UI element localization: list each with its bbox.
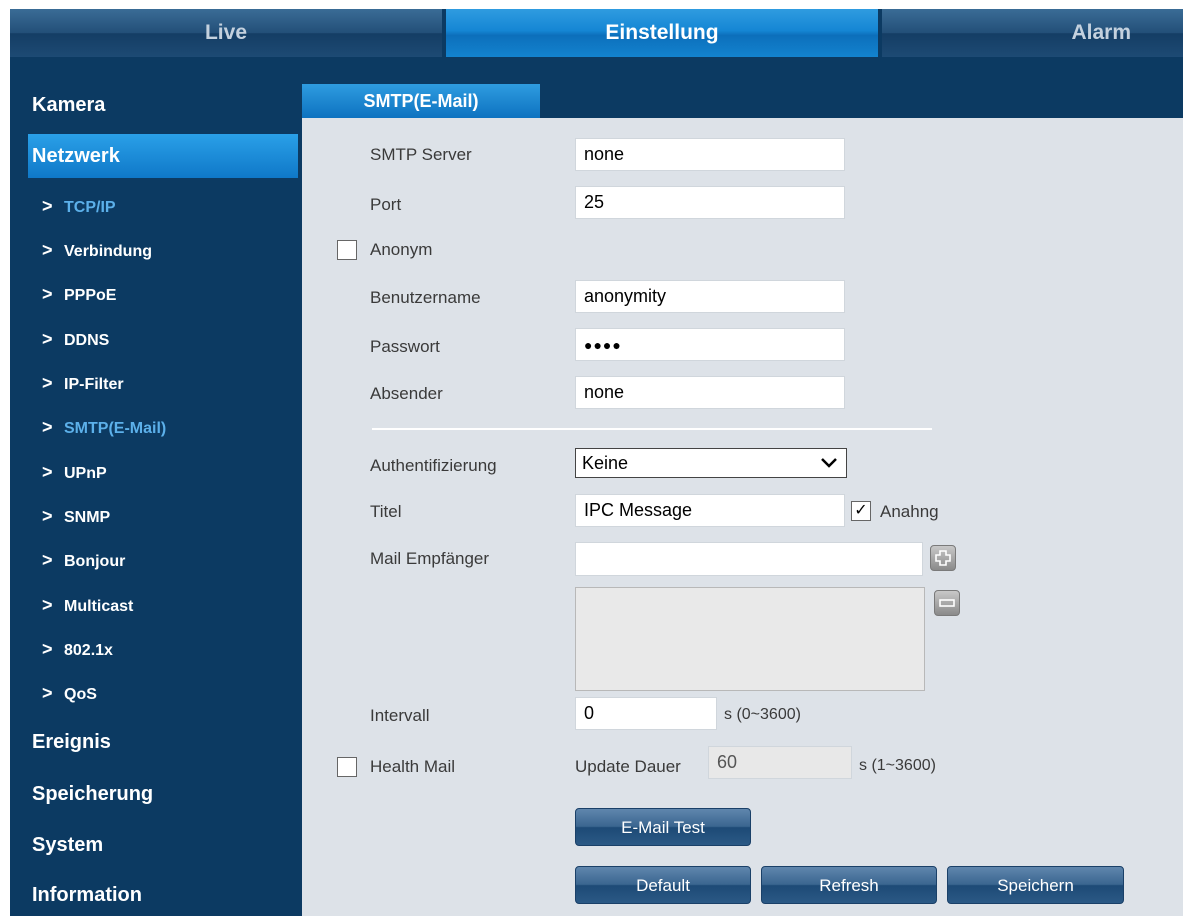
sidebar-sub-upnp[interactable]: > UPnP (42, 458, 107, 486)
auth-select[interactable]: Keine (575, 448, 847, 478)
chevron-right-icon: > (42, 639, 53, 659)
chevron-right-icon: > (42, 196, 53, 216)
interval-input[interactable]: 0 (575, 697, 717, 730)
top-navigation: Live Einstellung Alarm (10, 9, 1183, 57)
sidebar-sub-pppoe[interactable]: > PPPoE (42, 280, 116, 308)
chevron-right-icon: > (42, 373, 53, 393)
sidebar-sub-bonjour[interactable]: > Bonjour (42, 546, 125, 574)
port-input[interactable]: 25 (575, 186, 845, 219)
health-mail-checkbox[interactable] (337, 757, 357, 777)
username-input[interactable]: anonymity (575, 280, 845, 313)
sidebar: Kamera Netzwerk > TCP/IP > Verbindung > PPP… (10, 57, 302, 916)
chevron-right-icon: > (42, 683, 53, 703)
sidebar-sub-label: PPPoE (64, 287, 117, 304)
sidebar-item-information[interactable]: Information (32, 873, 142, 917)
chevron-right-icon: > (42, 284, 53, 304)
sidebar-sub-multicast[interactable]: > Multicast (42, 591, 133, 619)
plus-icon (935, 550, 951, 566)
sidebar-sub-label: Verbindung (64, 243, 152, 260)
sidebar-sub-label: Bonjour (64, 553, 126, 570)
password-label: Passwort (370, 337, 440, 356)
sidebar-sub-verbindung[interactable]: > Verbindung (42, 236, 152, 264)
section-divider (372, 428, 932, 430)
sidebar-sub-smtp[interactable]: > SMTP(E-Mail) (42, 413, 166, 441)
auth-label: Authentifizierung (370, 456, 497, 475)
chevron-right-icon: > (42, 240, 53, 260)
attachment-label: Anahng (880, 502, 939, 521)
chevron-right-icon: > (42, 595, 53, 615)
username-label: Benutzername (370, 288, 481, 307)
recipient-label: Mail Empfänger (370, 549, 490, 568)
title-input[interactable]: IPC Message (575, 494, 845, 527)
chevron-right-icon: > (42, 329, 53, 349)
sidebar-item-kamera[interactable]: Kamera (32, 83, 105, 127)
smtp-server-label: SMTP Server (370, 145, 472, 164)
sidebar-sub-8021x[interactable]: >802.1x (42, 635, 113, 663)
update-duration-input[interactable]: 60 (708, 746, 852, 779)
sidebar-sub-label: DDNS (64, 332, 110, 349)
sidebar-sub-label: UPnP (64, 465, 107, 482)
attachment-checkbox[interactable]: ✓ (851, 501, 871, 521)
sidebar-sub-qos[interactable]: > QoS (42, 679, 97, 707)
update-duration-label: Update Dauer (575, 757, 681, 776)
sidebar-item-speicherung[interactable]: Speicherung (32, 772, 153, 816)
auth-select-value: Keine (582, 453, 629, 473)
update-duration-unit: s (1~3600) (859, 757, 936, 774)
add-recipient-button[interactable] (930, 545, 956, 571)
chevron-right-icon: > (42, 506, 53, 526)
anonym-checkbox[interactable] (337, 240, 357, 260)
chevron-down-icon (820, 449, 838, 487)
minus-icon (939, 599, 955, 607)
interval-label: Intervall (370, 706, 430, 725)
recipient-input[interactable] (575, 542, 923, 576)
sidebar-item-system[interactable]: System (32, 823, 103, 867)
sidebar-sub-snmp[interactable]: > SNMP (42, 502, 110, 530)
tab-smtp-email[interactable]: SMTP(E-Mail) (302, 84, 540, 118)
tab-alarm[interactable]: Alarm (882, 9, 1183, 57)
health-mail-label: Health Mail (370, 757, 456, 776)
title-label: Titel (370, 502, 402, 521)
default-button[interactable]: Default (575, 866, 751, 904)
sidebar-item-netzwerk[interactable]: Netzwerk (32, 134, 120, 178)
sidebar-sub-label: TCP/IP (64, 199, 116, 216)
sidebar-sub-ddns[interactable]: > DDNS (42, 325, 109, 353)
tab-einstellung[interactable]: Einstellung (446, 9, 878, 57)
sidebar-item-ereignis[interactable]: Ereignis (32, 720, 111, 764)
sidebar-sub-ip-filter[interactable]: > IP-Filter (42, 369, 124, 397)
sender-label: Absender (370, 384, 443, 403)
sender-input[interactable]: none (575, 376, 845, 409)
email-test-button[interactable]: E-Mail Test (575, 808, 751, 846)
interval-unit: s (0~3600) (724, 706, 801, 723)
smtp-server-input[interactable]: none (575, 138, 845, 171)
port-label: Port (370, 195, 402, 214)
sidebar-sub-label: SNMP (64, 509, 111, 526)
refresh-button[interactable]: Refresh (761, 866, 937, 904)
sidebar-sub-label: QoS (64, 686, 97, 703)
sidebar-sub-label: 802.1x (64, 642, 113, 659)
sidebar-sub-tcpip[interactable]: > TCP/IP (42, 192, 116, 220)
sidebar-sub-label: IP-Filter (64, 376, 124, 393)
sidebar-sub-label: Multicast (64, 598, 134, 615)
tab-live[interactable]: Live (10, 9, 442, 57)
recipient-list[interactable] (575, 587, 925, 691)
password-input[interactable]: ●●●● (575, 328, 845, 361)
chevron-right-icon: > (42, 462, 53, 482)
anonym-label: Anonym (370, 240, 433, 259)
chevron-right-icon: > (42, 417, 53, 437)
remove-recipient-button[interactable] (934, 590, 960, 616)
sidebar-sub-label: SMTP(E-Mail) (64, 420, 167, 437)
chevron-right-icon: > (42, 550, 53, 570)
save-button[interactable]: Speichern (947, 866, 1124, 904)
